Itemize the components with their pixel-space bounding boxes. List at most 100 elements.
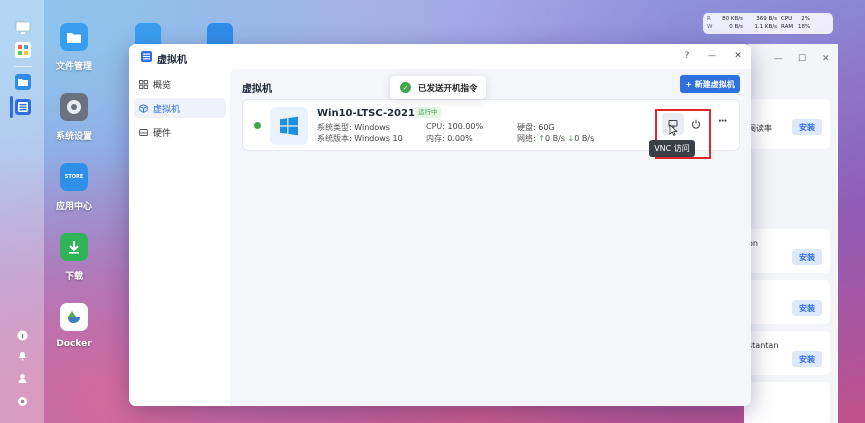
monitor-disk: 369 B/s xyxy=(756,16,777,22)
app-card: 阅读率 安装 xyxy=(744,99,830,149)
app-card-text: stantan xyxy=(748,341,779,350)
desktop-icon-download[interactable]: 下载 xyxy=(42,233,106,282)
window-title: 虚拟机 xyxy=(157,55,187,66)
sidebar-item-label: 硬件 xyxy=(153,128,172,139)
bg-minimize-icon[interactable]: — xyxy=(774,54,783,64)
folder-icon[interactable] xyxy=(15,74,31,90)
vnc-tooltip: VNC 访问 xyxy=(649,140,695,157)
desktop-icon-label: 系统设置 xyxy=(55,132,92,142)
monitor-row-write: W 0 B/s 1.1 KB/s RAM 18% xyxy=(707,23,829,31)
store-badge: STORE xyxy=(64,174,84,180)
info-icon[interactable] xyxy=(17,330,28,341)
windows-logo-icon xyxy=(270,107,308,145)
apps-grid-icon[interactable] xyxy=(15,42,31,58)
system-type-value: Windows xyxy=(354,123,390,132)
sidebar-item-hardware[interactable]: 硬件 xyxy=(134,122,226,142)
system-version-label: 系统版本: xyxy=(317,134,352,143)
app-card xyxy=(744,382,830,423)
more-options-button[interactable]: ··· xyxy=(718,116,727,127)
dock-separator xyxy=(14,66,32,67)
sidebar: 概览 虚拟机 硬件 xyxy=(129,69,230,406)
install-button[interactable]: 安装 xyxy=(792,249,822,265)
app-card-text: 阅读率 xyxy=(748,124,772,133)
monitor-net: 80 KB/s xyxy=(722,16,743,22)
network-up-value: 0 B/s xyxy=(544,134,565,143)
bell-icon[interactable] xyxy=(17,350,28,361)
monitor-pct: 18% xyxy=(798,24,811,30)
system-version: 系统版本: Windows 10 xyxy=(317,133,403,144)
main-content: 虚拟机 + 新建虚拟机 Win10-LTSC-2021-64 运行中 系统类型:… xyxy=(230,69,751,406)
app-card: on 安装 xyxy=(744,229,830,273)
sidebar-item-label: 虚拟机 xyxy=(153,104,181,115)
memory-usage: 内存: 0.00% xyxy=(426,133,473,144)
desktop-icon-sync[interactable] xyxy=(135,23,161,45)
folder-icon xyxy=(60,23,88,51)
monitor-key: W xyxy=(707,24,713,30)
hard-drive-icon xyxy=(139,128,148,136)
monitor-net: 0 B/s xyxy=(729,24,743,30)
bg-maximize-icon[interactable]: ☐ xyxy=(798,54,806,64)
desktop-icon-system-settings[interactable]: 系统设置 xyxy=(42,93,106,142)
monitor-key: R xyxy=(707,16,711,22)
network-speed: 网络: ↑0 B/s ↓0 B/s xyxy=(517,133,594,144)
help-icon[interactable]: ? xyxy=(680,49,694,63)
system-type: 系统类型: Windows xyxy=(317,122,390,133)
app-card: stantan 安装 xyxy=(744,331,830,375)
desktop-icon-app-center[interactable]: STORE 应用中心 xyxy=(42,163,106,212)
cpu-usage: CPU: 100.00% xyxy=(426,122,483,131)
network-down-value: 0 B/s xyxy=(574,134,595,143)
desktop-icon-label: 应用中心 xyxy=(55,202,92,212)
toast-text: 已发送开机指令 xyxy=(418,83,478,94)
monitor-disk: 1.1 KB/s xyxy=(754,24,777,30)
disk-size: 硬盘: 60G xyxy=(517,122,555,133)
toast-notification: ✓ 已发送开机指令 xyxy=(390,76,486,99)
page-title: 虚拟机 xyxy=(242,84,272,95)
store-icon: STORE xyxy=(60,163,88,191)
close-icon[interactable]: ✕ xyxy=(731,49,745,63)
settings-gear-icon[interactable] xyxy=(17,396,28,407)
running-status-dot xyxy=(254,122,261,129)
system-version-value: Windows 10 xyxy=(354,134,403,143)
memory-label: 内存: xyxy=(426,134,445,143)
status-badge: 运行中 xyxy=(415,107,441,118)
desktop-icon-label: 下载 xyxy=(64,272,83,282)
disk-label: 硬盘: xyxy=(517,123,536,132)
vm-app-icon xyxy=(141,51,152,62)
resource-monitor-widget[interactable]: R 80 KB/s 369 B/s CPU 2% W 0 B/s 1.1 KB/… xyxy=(703,13,833,34)
desktop-icon-label: Docker xyxy=(56,339,92,349)
desktop-icon-bird[interactable] xyxy=(207,23,233,45)
sidebar-item-vm[interactable]: 虚拟机 xyxy=(134,98,226,118)
install-button[interactable]: 安装 xyxy=(792,351,822,367)
app-card: 安装 xyxy=(744,280,830,324)
memory-value: 0.00% xyxy=(447,134,473,143)
install-button[interactable]: 安装 xyxy=(792,300,822,316)
user-icon[interactable] xyxy=(17,373,28,384)
vm-app-icon[interactable] xyxy=(15,99,31,115)
gear-icon xyxy=(60,93,88,121)
monitor-icon[interactable] xyxy=(15,20,31,36)
cpu-label: CPU: xyxy=(426,122,445,131)
disk-value: 60G xyxy=(538,123,555,132)
network-label: 网络: xyxy=(517,134,536,143)
dock xyxy=(0,0,44,423)
success-check-icon: ✓ xyxy=(400,82,411,93)
download-icon xyxy=(60,233,88,261)
sidebar-item-overview[interactable]: 概览 xyxy=(134,74,226,94)
install-button[interactable]: 安装 xyxy=(792,119,822,135)
desktop-icon-label: 文件管理 xyxy=(55,62,92,72)
desktop-icon-docker[interactable]: Docker xyxy=(42,303,106,349)
desktop-icon-file-manager[interactable]: 文件管理 xyxy=(42,23,106,72)
minimize-icon[interactable]: — xyxy=(705,49,719,63)
upload-arrow-icon: ↑ xyxy=(538,134,545,143)
cpu-value: 100.00% xyxy=(447,122,484,131)
docker-icon xyxy=(60,303,88,331)
bg-close-icon[interactable]: ✕ xyxy=(822,54,830,64)
monitor-row-read: R 80 KB/s 369 B/s CPU 2% xyxy=(707,15,829,23)
monitor-res: CPU xyxy=(781,16,793,22)
monitor-pct: 2% xyxy=(801,16,810,22)
new-vm-button[interactable]: + 新建虚拟机 xyxy=(680,75,740,93)
overview-icon xyxy=(139,79,148,89)
cube-icon xyxy=(139,103,148,113)
system-type-label: 系统类型: xyxy=(317,123,352,132)
window-titlebar[interactable]: 虚拟机 ? — ☐ ✕ xyxy=(129,44,751,69)
